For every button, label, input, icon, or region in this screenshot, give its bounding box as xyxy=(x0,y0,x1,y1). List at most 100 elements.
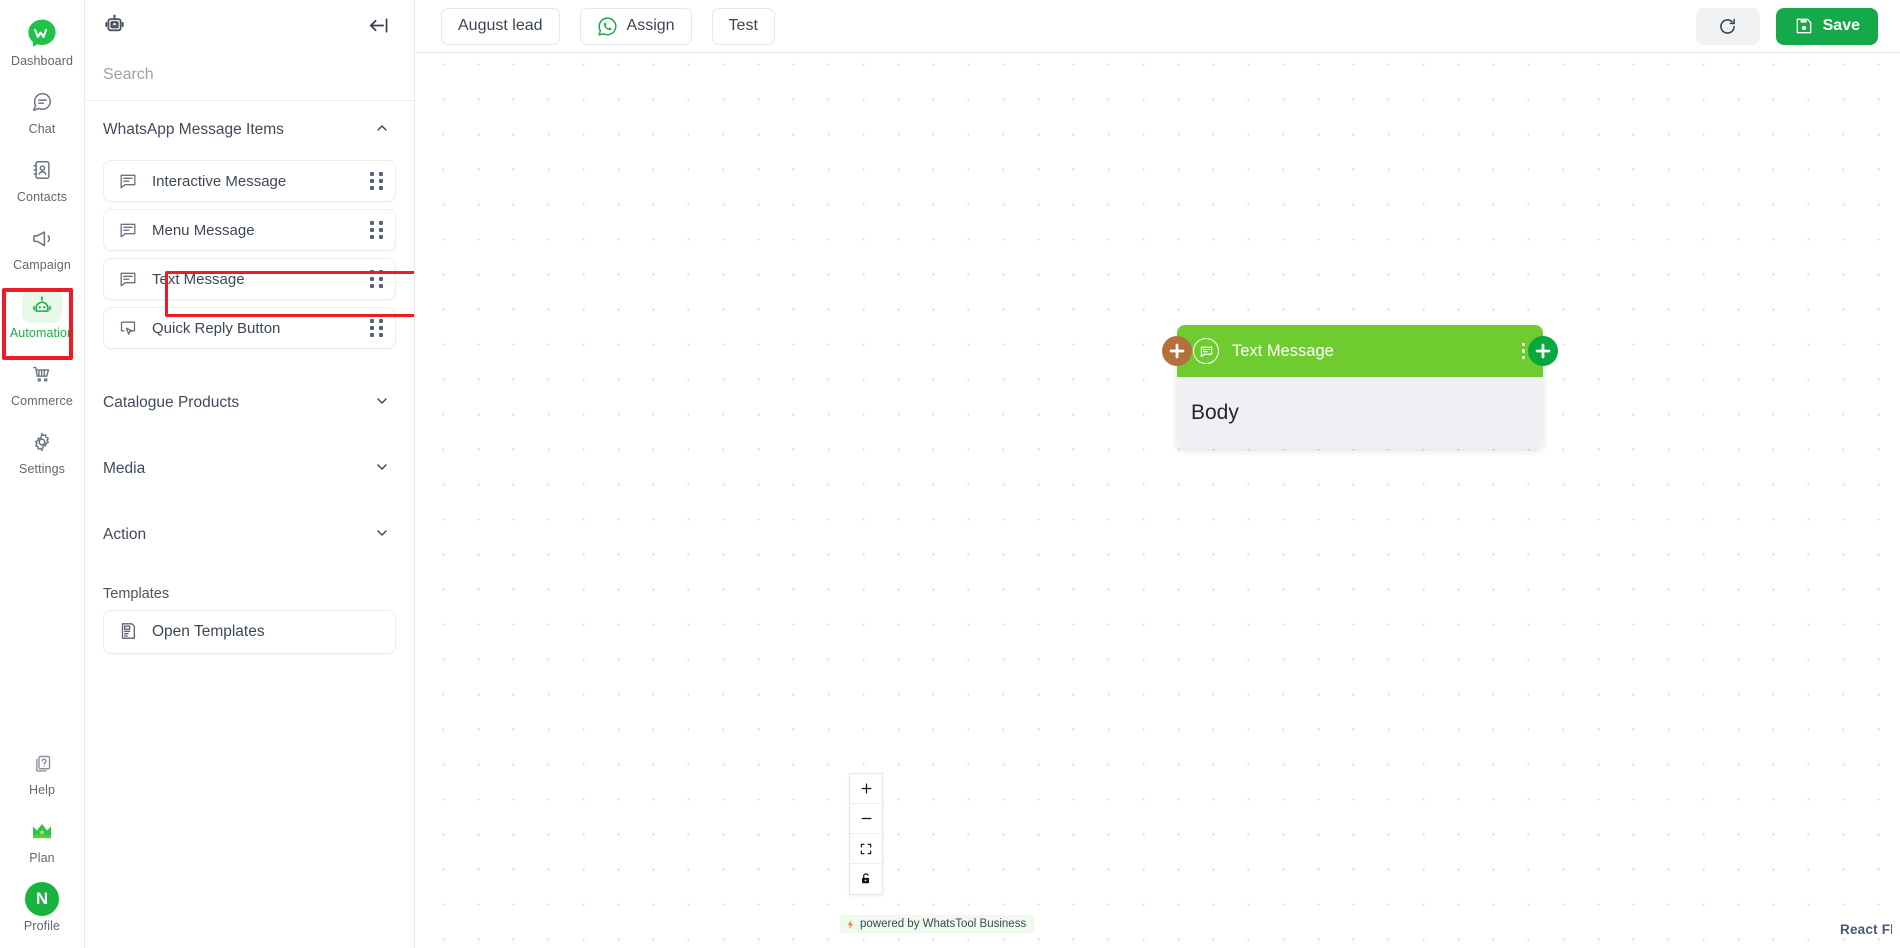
panel-header xyxy=(85,0,414,56)
library-item-label: Quick Reply Button xyxy=(152,319,281,337)
flow-canvas[interactable]: August lead Assign Test Save Text Messag… xyxy=(415,0,1900,948)
tab-august-lead[interactable]: August lead xyxy=(441,7,560,45)
section-title: Media xyxy=(103,460,146,477)
whatsapp-icon xyxy=(597,16,618,37)
powered-by-text: powered by WhatsTool Business xyxy=(860,918,1027,930)
flow-controls xyxy=(849,773,883,895)
tab-assign[interactable]: Assign xyxy=(579,7,692,45)
avatar-initial: N xyxy=(25,882,59,916)
sidebar-item-label: Automation xyxy=(9,326,75,340)
sidebar-item-plan[interactable]: Plan xyxy=(0,805,85,873)
section-title: Action xyxy=(103,526,147,543)
sidebar-item-commerce[interactable]: Commerce xyxy=(0,348,85,416)
flow-toolbar: August lead Assign Test Save xyxy=(415,0,1900,53)
sidebar-item-campaign[interactable]: Campaign xyxy=(0,212,85,280)
drag-handle-icon[interactable] xyxy=(370,319,383,337)
tab-label: Assign xyxy=(626,17,675,34)
section-header-media[interactable]: Media xyxy=(85,436,414,502)
library-item-text-message[interactable]: Text Message xyxy=(103,258,396,300)
node-body[interactable]: Body xyxy=(1177,377,1543,449)
refresh-icon xyxy=(1717,16,1738,37)
node-header[interactable]: Text Message xyxy=(1177,325,1543,377)
lock-button[interactable] xyxy=(850,864,882,894)
sidebar-item-settings[interactable]: Settings xyxy=(0,416,85,484)
library-item-interactive-message[interactable]: Interactive Message xyxy=(103,160,396,202)
chevron-down-icon xyxy=(374,525,390,546)
search-input[interactable] xyxy=(103,62,396,88)
powered-by-badge: powered by WhatsTool Business xyxy=(840,915,1035,933)
sidebar-item-label: Profile xyxy=(23,919,61,933)
sidebar-item-chat[interactable]: Chat xyxy=(0,76,85,144)
chevron-down-icon xyxy=(374,459,390,480)
library-item-menu-message[interactable]: Menu Message xyxy=(103,209,396,251)
plus-icon xyxy=(1532,340,1554,362)
section-title: WhatsApp Message Items xyxy=(103,121,284,138)
refresh-button[interactable] xyxy=(1695,7,1760,45)
node-output-handle[interactable] xyxy=(1528,336,1558,366)
sidebar-item-dashboard[interactable]: Dashboard xyxy=(0,8,85,76)
sidebar-item-automation[interactable]: Automation xyxy=(0,280,85,348)
react-flow-attribution[interactable]: React Fl xyxy=(1840,922,1892,937)
zoom-in-button[interactable] xyxy=(850,774,882,804)
save-button[interactable]: Save xyxy=(1775,7,1878,45)
sidebar-item-label: Campaign xyxy=(13,258,71,272)
robot-icon xyxy=(103,14,126,42)
section-title: Catalogue Products xyxy=(103,394,240,411)
contacts-book-icon xyxy=(22,153,62,187)
message-lines-icon xyxy=(118,171,138,191)
section-header-whatsapp-message-items[interactable]: WhatsApp Message Items xyxy=(85,107,414,153)
lock-icon xyxy=(859,872,873,886)
templates-section-label: Templates xyxy=(103,586,170,602)
quick-reply-cursor-icon xyxy=(118,318,138,338)
library-item-label: Interactive Message xyxy=(152,172,287,190)
fit-view-button[interactable] xyxy=(850,834,882,864)
library-item-label: Menu Message xyxy=(152,221,255,239)
library-item-label: Text Message xyxy=(152,270,245,288)
drag-handle-icon[interactable] xyxy=(370,221,383,239)
message-lines-icon xyxy=(118,269,138,289)
floppy-disk-icon xyxy=(1794,16,1814,36)
fit-view-icon xyxy=(859,842,873,856)
sidebar-item-label: Help xyxy=(28,783,56,797)
library-item-quick-reply-button[interactable]: Quick Reply Button xyxy=(103,307,396,349)
section-header-catalogue-products[interactable]: Catalogue Products xyxy=(85,370,414,436)
zoom-out-button[interactable] xyxy=(850,804,882,834)
open-templates-label: Open Templates xyxy=(152,623,265,640)
minus-icon xyxy=(859,811,874,826)
megaphone-icon xyxy=(22,221,62,255)
avatar: N xyxy=(22,882,62,916)
drag-handle-icon[interactable] xyxy=(370,270,383,288)
sidebar-item-label: Settings xyxy=(19,462,65,476)
help-question-icon xyxy=(22,746,62,780)
sidebar-item-label: Commerce xyxy=(11,394,73,408)
robot-icon xyxy=(22,289,62,323)
sidebar-item-profile[interactable]: N Profile xyxy=(0,873,85,948)
section-header-action[interactable]: Action xyxy=(85,502,414,568)
open-templates-button[interactable]: Open Templates xyxy=(103,610,396,654)
sidebar-item-help[interactable]: Help xyxy=(0,737,85,805)
whatstool-logo-icon xyxy=(22,17,62,51)
tab-test[interactable]: Test xyxy=(711,7,775,45)
collapse-left-arrow-icon[interactable] xyxy=(367,14,390,42)
sidebar-item-contacts[interactable]: Contacts xyxy=(0,144,85,212)
node-input-handle[interactable] xyxy=(1162,336,1192,366)
drag-handle-icon[interactable] xyxy=(370,172,383,190)
sidebar-item-label: Contacts xyxy=(16,190,68,204)
search-row xyxy=(85,56,414,101)
gear-icon xyxy=(22,425,62,459)
template-document-icon xyxy=(118,621,138,643)
sidebar-item-label: Chat xyxy=(28,122,56,136)
node-library-panel: WhatsApp Message Items Interactive Messa… xyxy=(85,0,415,948)
tab-label: Test xyxy=(728,17,758,34)
sidebar-item-label: Plan xyxy=(29,851,55,865)
flow-node-text-message[interactable]: Text Message Body xyxy=(1162,325,1558,449)
chevron-down-icon xyxy=(374,393,390,414)
plus-icon xyxy=(859,781,874,796)
lightning-bolt-icon xyxy=(845,919,856,930)
shopping-cart-icon xyxy=(22,357,62,391)
sidebar-item-label: Dashboard xyxy=(10,54,74,68)
tab-label: August lead xyxy=(458,17,543,34)
node-title: Text Message xyxy=(1232,341,1334,360)
message-lines-icon xyxy=(118,220,138,240)
